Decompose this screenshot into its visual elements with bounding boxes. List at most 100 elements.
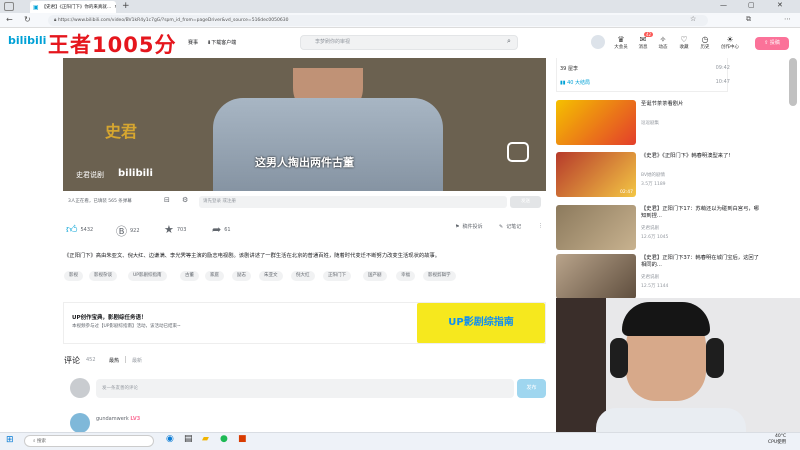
comment-post-button[interactable]: 发布 [517, 379, 546, 398]
episode-list [556, 58, 728, 92]
bilibili-logo[interactable]: bilibili [8, 34, 46, 47]
browser-menu-icon[interactable]: ⋯ [784, 15, 791, 23]
episode-item-active[interactable]: ▮▮ 40 大结局 10:47 [560, 79, 730, 86]
url-text: https://www.bilibili.com/video/BV1kR4y1c… [57, 18, 289, 23]
tag-item[interactable]: 励志 [232, 271, 251, 281]
favorite-star-icon[interactable]: ☆ [690, 15, 696, 23]
favorite-button[interactable]: ★ 703 [164, 223, 186, 236]
user-avatar[interactable] [591, 35, 605, 49]
recommendation-title[interactable]: 【史君】正阳门下37：韩春明在城门宝后，这回了相同的... [641, 255, 761, 269]
report-button[interactable]: ⚑ 稿件投诉 [455, 223, 483, 231]
tag-item[interactable]: 影视杂谈 [89, 271, 117, 281]
banner-subtitle: 本视频参与过【UP影剧综指南】活动，该活动已结束~ [72, 324, 181, 329]
refresh-icon[interactable]: ↻ [24, 15, 31, 24]
browser-window-icon[interactable] [4, 2, 14, 11]
danmaku-send-button[interactable]: 发送 [510, 196, 541, 208]
episode-item[interactable]: 39 屋李 09:42 [560, 65, 730, 72]
note-button[interactable]: ✎ 记笔记 [499, 223, 522, 231]
nav-history[interactable]: ◷ 历史 [694, 35, 716, 50]
comments-title: 评论 [64, 356, 80, 365]
more-options-icon[interactable]: ⋮ [538, 223, 543, 229]
recommendation-title[interactable]: 【史君】正阳门下17：苏萌还以为碰到白宫弓，哪知到捏... [641, 206, 761, 220]
recommendation-thumbnail[interactable]: 02:47 [556, 152, 636, 197]
dynamic-icon: ✧ [659, 35, 667, 44]
edge-app-icon[interactable]: ◉ [166, 434, 174, 444]
recommendation-uploader[interactable]: BV她的剧情 [641, 172, 665, 178]
recommendation-uploader[interactable]: 史君说剧 [641, 225, 659, 231]
recommendation-card[interactable]: 圣诞节茶茶看剧片 逗逗剧集 [556, 100, 776, 145]
sort-hot-tab[interactable]: 最热 [109, 357, 119, 364]
commenter-avatar[interactable] [70, 413, 90, 433]
recommendation-card[interactable]: 【史君】正阳门下37：韩春明在城门宝后，这回了相同的... 史君说剧 12.5万… [556, 254, 776, 299]
new-tab-icon[interactable]: + [122, 1, 130, 11]
like-button[interactable]: 👍︎ 5432 [66, 223, 93, 236]
sort-divider [125, 356, 126, 363]
upload-button[interactable]: ⇪ 投稿 [755, 37, 789, 50]
share-button[interactable]: ➦ 61 [212, 223, 231, 236]
app-icon[interactable]: ▤ [184, 434, 193, 444]
tag-item[interactable]: 幸福 [396, 271, 415, 281]
comment-input[interactable]: 发一条友善的评论 [96, 379, 514, 398]
bilibili-favicon-icon: ▣ [33, 3, 39, 11]
recommendation-card[interactable]: 【史君】正阳门下17：苏萌还以为碰到白宫弓，哪知到捏... 史君说剧 12.6万… [556, 205, 776, 250]
recommendation-card[interactable]: 02:47 《史君》《正阳门下》韩春明澳型来了! BV她的剧情 3.5万 118… [556, 152, 776, 197]
danmaku-settings-icon[interactable]: ⚙ [182, 196, 188, 204]
tag-item[interactable]: 正阳门下 [323, 271, 351, 281]
url-field[interactable]: 🔒︎ https://www.bilibili.com/video/BV1kR4… [48, 15, 708, 26]
nav-dynamic[interactable]: ✧ 动态 [652, 35, 674, 50]
tab-close-icon[interactable]: ✕ [114, 5, 116, 10]
nav-favorites[interactable]: ♡ 收藏 [673, 35, 695, 50]
sort-new-tab[interactable]: 最新 [132, 357, 142, 364]
browser-tab[interactable]: ▣ 【史君】《正阳门下》你的来真就... ✕ [30, 1, 116, 13]
nav-dynamic-label: 动态 [658, 45, 668, 50]
danmaku-toggle-icon[interactable]: ⊟ [164, 196, 170, 204]
recommendation-thumbnail[interactable] [556, 205, 636, 250]
tag-item[interactable]: 国产剧 [363, 271, 387, 281]
recommendation-thumbnail[interactable] [556, 254, 636, 299]
tag-item[interactable]: UP影剧综指南 [128, 271, 167, 281]
nav-messages-label: 消息 [638, 45, 648, 50]
maximize-icon[interactable]: ▢ [748, 1, 755, 9]
app-icon[interactable]: ■ [238, 434, 247, 444]
nav-messages[interactable]: ✉ 消息 [632, 35, 654, 50]
recommendation-title[interactable]: 圣诞节茶茶看剧片 [641, 101, 761, 108]
webcam-hair [622, 302, 710, 336]
video-description: 《正阳门下》高由朱亚文、倪大红、边谦满、李光霁等主演的励志电视剧。该剧讲述了一群… [64, 253, 441, 259]
note-label: 记笔记 [506, 224, 522, 230]
recommendation-uploader[interactable]: 史君说剧 [641, 274, 659, 280]
nav-esports[interactable]: 赛事 [188, 39, 198, 46]
browser-extensions-icon[interactable]: ⧉ [746, 15, 751, 24]
recommendation-title[interactable]: 《史君》《正阳门下》韩春明澳型来了! [641, 153, 761, 160]
page-scrollbar[interactable] [789, 58, 797, 106]
search-icon[interactable]: ⌕ [507, 37, 511, 46]
recommendation-uploader[interactable]: 逗逗剧集 [641, 120, 659, 126]
nav-creator-center[interactable]: ☀ 创作中心 [715, 35, 745, 50]
minimize-icon[interactable]: — [720, 1, 727, 9]
thumb-up-icon: 👍︎ [66, 223, 78, 236]
nav-download-client[interactable]: ⬇︎下载客户端 [207, 39, 236, 46]
windows-start-icon[interactable]: ⊞ [6, 435, 14, 445]
tag-item[interactable]: 家庭 [205, 271, 224, 281]
banner-image[interactable]: UP影剧综指南 [417, 303, 545, 343]
tag-item[interactable]: 古董 [180, 271, 199, 281]
nav-creator-label: 创作中心 [721, 45, 739, 50]
back-icon[interactable]: ← [6, 15, 13, 24]
tag-item[interactable]: 倪大红 [291, 271, 315, 281]
tag-item[interactable]: 影视剪辑学 [423, 271, 456, 281]
app-icon[interactable]: ● [220, 434, 228, 444]
video-subtitle: 这男人掏出两件古董 [255, 156, 354, 169]
search-input[interactable]: 李梦刷你的审视 [300, 35, 518, 50]
recommendation-stats: 12.5万 1144 [641, 284, 669, 289]
coin-button[interactable]: Ⓑ 922 [116, 223, 140, 239]
like-count: 5432 [80, 226, 94, 233]
tag-item[interactable]: 影视 [64, 271, 83, 281]
nav-vip[interactable]: ♛ 大会员 [610, 35, 632, 50]
danmaku-input[interactable]: 请先登录 或注册 [199, 196, 507, 208]
taskbar-system-tray[interactable]: 40°C CPU使用 [768, 434, 786, 445]
close-window-icon[interactable]: ✕ [777, 1, 783, 9]
folder-app-icon[interactable]: ▰ [202, 434, 209, 444]
taskbar-search[interactable]: ⌕ 搜索 [24, 435, 154, 447]
commenter-name[interactable]: gundamwerk LV3 [96, 416, 140, 422]
recommendation-thumbnail[interactable] [556, 100, 636, 145]
tag-item[interactable]: 朱亚文 [259, 271, 283, 281]
